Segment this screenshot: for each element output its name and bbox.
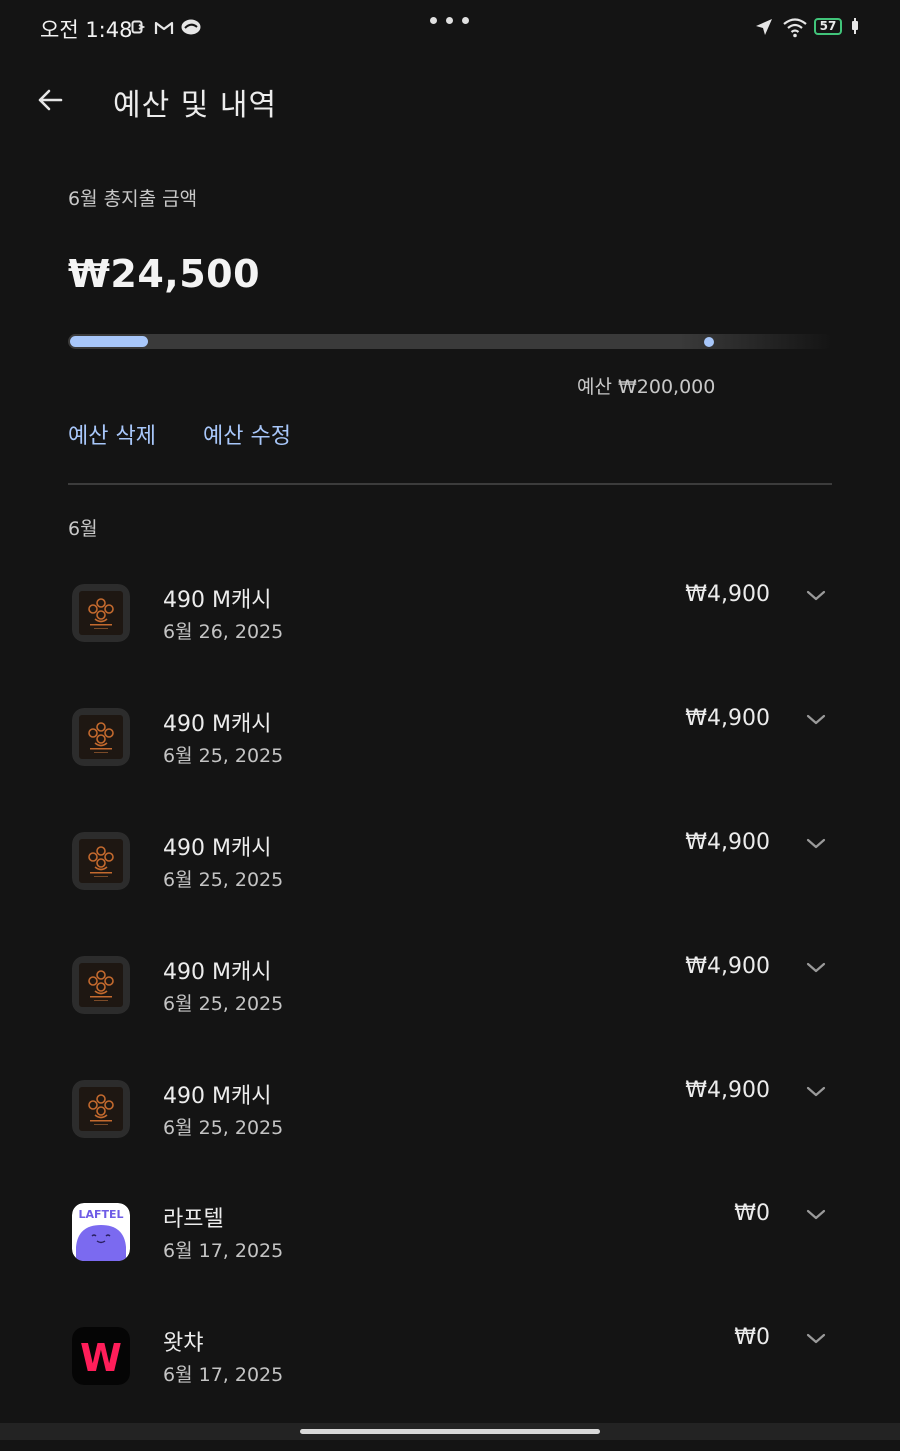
transaction-name: 490 M캐시 — [163, 1084, 272, 1109]
chevron-down-icon[interactable] — [805, 587, 827, 603]
transaction-row[interactable]: 490 M캐시 6월 25, 2025 ₩4,900 — [0, 830, 900, 956]
gmail-icon — [154, 20, 174, 39]
transaction-row[interactable]: 490 M캐시 6월 25, 2025 ₩4,900 — [0, 1078, 900, 1204]
cloud-icon — [180, 18, 202, 40]
divider — [68, 483, 832, 485]
transaction-date: 6월 25, 2025 — [163, 993, 284, 1015]
delete-budget-button[interactable]: 예산 삭제 — [68, 418, 156, 450]
chevron-down-icon[interactable] — [805, 1330, 827, 1346]
battery-level: 57 — [819, 19, 837, 33]
transaction-row[interactable]: 490 M캐시 6월 25, 2025 ₩4,900 — [0, 706, 900, 832]
chevron-down-icon[interactable] — [805, 1206, 827, 1222]
status-bar: 오전 1:48 57 — [0, 0, 900, 54]
transaction-row[interactable]: LAFTEL 라프텔 6월 17, 2025 ₩0 — [0, 1201, 900, 1327]
navigation-icon — [754, 17, 774, 41]
transaction-row[interactable]: 490 M캐시 6월 25, 2025 ₩4,900 — [0, 954, 900, 1080]
back-arrow-icon — [38, 89, 63, 111]
watcha-logo-text: W — [80, 1336, 122, 1380]
monthly-total-label: 6월 총지출 금액 — [68, 188, 198, 210]
chevron-down-icon[interactable] — [805, 835, 827, 851]
mabinogi-icon — [72, 956, 130, 1014]
mabinogi-icon — [72, 584, 130, 642]
wifi-icon — [782, 16, 808, 42]
transaction-date: 6월 25, 2025 — [163, 869, 284, 891]
transaction-date: 6월 25, 2025 — [163, 1117, 284, 1139]
transaction-amount: ₩0 — [734, 1201, 770, 1226]
transaction-amount: ₩4,900 — [685, 830, 770, 855]
mabinogi-icon — [72, 708, 130, 766]
transaction-amount: ₩4,900 — [685, 954, 770, 979]
mabinogi-icon — [72, 832, 130, 890]
edit-budget-button[interactable]: 예산 수정 — [203, 418, 291, 450]
transaction-name: 490 M캐시 — [163, 588, 272, 613]
status-time: 오전 1:48 — [40, 18, 133, 42]
nfc-icon — [131, 19, 146, 38]
chevron-down-icon[interactable] — [805, 959, 827, 975]
total-amount: ₩24,500 — [68, 252, 261, 296]
budget-progress-fill — [70, 336, 148, 347]
laftel-logo-text: LAFTEL — [78, 1208, 123, 1221]
back-button[interactable] — [30, 80, 70, 120]
transaction-amount: ₩0 — [734, 1325, 770, 1350]
transaction-name: 490 M캐시 — [163, 836, 272, 861]
budget-progress-bar — [68, 334, 832, 349]
transaction-date: 6월 25, 2025 — [163, 745, 284, 767]
watcha-icon: W — [72, 1327, 130, 1385]
transaction-name: 490 M캐시 — [163, 712, 272, 737]
transaction-amount: ₩4,900 — [685, 582, 770, 607]
transaction-row[interactable]: 490 M캐시 6월 26, 2025 ₩4,900 — [0, 582, 900, 708]
budget-caption: 예산 ₩200,000 — [577, 376, 716, 398]
transaction-name: 라프텔 — [163, 1207, 224, 1232]
transaction-date: 6월 26, 2025 — [163, 621, 284, 643]
app-bar: 예산 및 내역 — [0, 70, 900, 130]
battery-icon: 57 — [814, 18, 842, 35]
laftel-icon: LAFTEL — [72, 1203, 130, 1261]
transaction-amount: ₩4,900 — [685, 706, 770, 731]
charging-icon — [850, 16, 860, 40]
page-title: 예산 및 내역 — [113, 88, 278, 123]
gesture-handle[interactable] — [300, 1429, 600, 1434]
chevron-down-icon[interactable] — [805, 1083, 827, 1099]
transaction-amount: ₩4,900 — [685, 1078, 770, 1103]
more-dots-icon[interactable] — [430, 17, 469, 24]
transaction-date: 6월 17, 2025 — [163, 1364, 284, 1386]
mabinogi-icon — [72, 1080, 130, 1138]
transaction-date: 6월 17, 2025 — [163, 1240, 284, 1262]
navigation-bar — [0, 1423, 900, 1440]
chevron-down-icon[interactable] — [805, 711, 827, 727]
transaction-name: 왓챠 — [163, 1331, 204, 1356]
transaction-name: 490 M캐시 — [163, 960, 272, 985]
budget-limit-marker — [704, 337, 714, 347]
section-month-header: 6월 — [68, 518, 98, 540]
